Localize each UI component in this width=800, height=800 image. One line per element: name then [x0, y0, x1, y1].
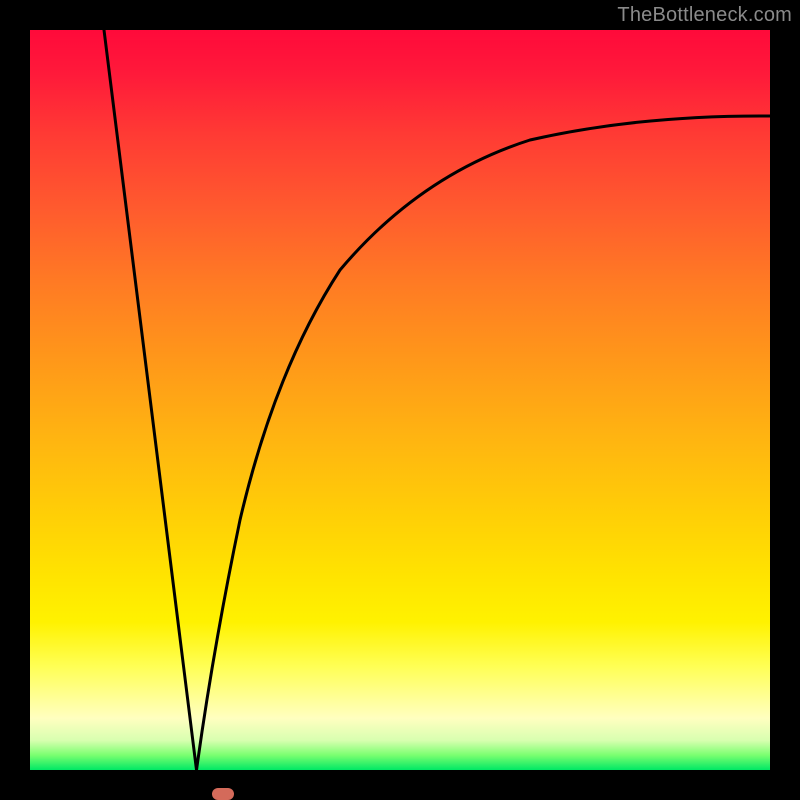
chart-frame: TheBottleneck.com — [0, 0, 800, 800]
plot-area — [30, 30, 770, 770]
vertex-marker — [212, 788, 234, 800]
watermark-text: TheBottleneck.com — [617, 4, 792, 27]
curve-left-branch — [104, 30, 197, 770]
bottleneck-curve — [30, 30, 770, 770]
curve-right-branch — [197, 116, 771, 770]
